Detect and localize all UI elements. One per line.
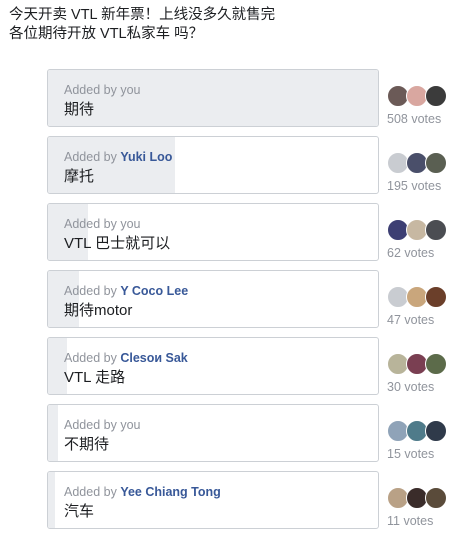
added-by-prefix: Added by: [64, 418, 117, 432]
vote-share-bar: [48, 472, 56, 528]
added-by-name: you: [120, 217, 141, 231]
poll-option-label: 摩托: [64, 168, 95, 185]
poll-option[interactable]: Added by you VTL 巴士就可以: [47, 203, 379, 261]
poll-question-line-1: 今天开卖 VTL 新年票！上线没多久就售完: [9, 7, 276, 23]
added-by-name-link[interactable]: Y Coco Lee: [120, 284, 188, 298]
vote-count-link[interactable]: 47 votes: [387, 312, 434, 328]
added-by-line: Added by you: [64, 417, 370, 433]
added-by-line: Added by Y Coco Lee: [64, 283, 370, 299]
vote-count-link[interactable]: 195 votes: [387, 178, 441, 194]
added-by-prefix: Added by: [64, 351, 117, 365]
added-by-prefix: Added by: [64, 83, 117, 97]
poll-option-row: Added by Clesoи Sak VTL 走路 30 votes: [0, 337, 459, 397]
added-by-line: Added by Yuki Loo: [64, 149, 370, 165]
poll-option-label: 不期待: [64, 436, 110, 453]
voter-avatars[interactable]: [387, 487, 453, 511]
voter-avatars[interactable]: [387, 420, 453, 444]
added-by-prefix: Added by: [64, 284, 117, 298]
voter-avatar[interactable]: [425, 420, 447, 442]
poll-option-label: 期待motor: [64, 302, 133, 319]
voter-avatar[interactable]: [425, 487, 447, 509]
added-by-line: Added by you: [64, 82, 370, 98]
added-by-prefix: Added by: [64, 150, 117, 164]
added-by-line: Added by you: [64, 216, 370, 232]
voter-avatars[interactable]: [387, 353, 453, 377]
poll-question-line-2: 各位期待开放 VTL私家车 吗？: [9, 26, 204, 42]
added-by-name: you: [120, 418, 141, 432]
voter-avatar[interactable]: [425, 353, 447, 375]
poll-option-label: 期待: [64, 101, 95, 118]
poll-question: 今天开卖 VTL 新年票！上线没多久就售完 各位期待开放 VTL私家车 吗？: [9, 6, 449, 44]
added-by-name: you: [120, 83, 141, 97]
voter-avatar[interactable]: [425, 286, 447, 308]
vote-count-link[interactable]: 30 votes: [387, 379, 434, 395]
poll-option-label: 汽车: [64, 503, 95, 520]
added-by-name-link[interactable]: Clesoи Sak: [120, 351, 187, 365]
voter-avatar[interactable]: [425, 152, 447, 174]
poll-option[interactable]: Added by you 期待: [47, 69, 379, 127]
added-by-name-link[interactable]: Yee Chiang Tong: [120, 485, 220, 499]
voter-avatar[interactable]: [425, 219, 447, 241]
vote-count-link[interactable]: 15 votes: [387, 446, 434, 462]
poll-option-label: VTL 走路: [64, 369, 126, 386]
poll-option-row: Added by you 不期待 15 votes: [0, 404, 459, 464]
poll-option[interactable]: Added by Clesoи Sak VTL 走路: [47, 337, 379, 395]
poll-option-row: Added by Y Coco Lee 期待motor 47 votes: [0, 270, 459, 330]
poll-option-row: Added by Yee Chiang Tong 汽车 11 votes: [0, 471, 459, 531]
poll-option-row: Added by Yuki Loo 摩托 195 votes: [0, 136, 459, 196]
poll-option-label: VTL 巴士就可以: [64, 235, 171, 252]
poll-option[interactable]: Added by Yuki Loo 摩托: [47, 136, 379, 194]
vote-share-bar: [48, 405, 58, 461]
voter-avatar[interactable]: [425, 85, 447, 107]
poll-option[interactable]: Added by you 不期待: [47, 404, 379, 462]
added-by-line: Added by Yee Chiang Tong: [64, 484, 370, 500]
poll-option[interactable]: Added by Y Coco Lee 期待motor: [47, 270, 379, 328]
poll-option[interactable]: Added by Yee Chiang Tong 汽车: [47, 471, 379, 529]
vote-count-link[interactable]: 508 votes: [387, 111, 441, 127]
added-by-prefix: Added by: [64, 217, 117, 231]
voter-avatars[interactable]: [387, 85, 453, 109]
added-by-name-link[interactable]: Yuki Loo: [120, 150, 172, 164]
voter-avatars[interactable]: [387, 152, 453, 176]
added-by-line: Added by Clesoи Sak: [64, 350, 370, 366]
vote-count-link[interactable]: 62 votes: [387, 245, 434, 261]
voter-avatars[interactable]: [387, 286, 453, 310]
poll-option-row: Added by you 期待 508 votes: [0, 69, 459, 129]
added-by-prefix: Added by: [64, 485, 117, 499]
poll-option-row: Added by you VTL 巴士就可以 62 votes: [0, 203, 459, 263]
voter-avatars[interactable]: [387, 219, 453, 243]
vote-count-link[interactable]: 11 votes: [387, 513, 433, 529]
